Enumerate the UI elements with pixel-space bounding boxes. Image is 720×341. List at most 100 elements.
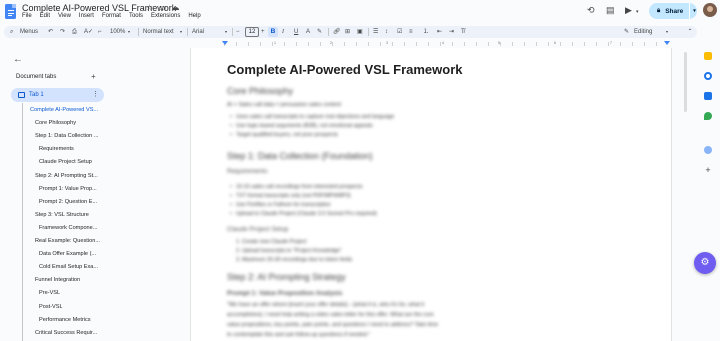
- document-page[interactable]: Complete AI-Powered VSL Framework Core P…: [190, 48, 672, 341]
- left-indent-marker[interactable]: [222, 41, 228, 45]
- menu-extensions[interactable]: Extensions: [151, 13, 180, 19]
- scrollbar[interactable]: [684, 52, 687, 112]
- document-heading-title[interactable]: Complete AI-Powered VSL Framework: [227, 62, 463, 77]
- outline-item[interactable]: Step 1: Data Collection ...: [35, 132, 98, 140]
- menu-tools[interactable]: Tools: [129, 13, 143, 19]
- bullet-item[interactable]: Use logic-based arguments (B2B), not emo…: [230, 123, 373, 129]
- outline-item[interactable]: Funnel Integration: [35, 276, 80, 284]
- numbered-item[interactable]: 1. Create new Claude Project: [236, 239, 306, 245]
- move-folder-icon[interactable]: ▭: [158, 3, 167, 13]
- subheading-prompt-1[interactable]: Prompt 1: Value Proposition Analysis: [227, 290, 342, 297]
- insert-image-icon[interactable]: ▣: [357, 28, 363, 36]
- gemini-icon[interactable]: [704, 146, 712, 154]
- chevron-down-icon[interactable]: ▾: [693, 8, 696, 14]
- outline-item[interactable]: Performance Metrics: [39, 316, 91, 324]
- insert-link-icon[interactable]: 🔗︎: [333, 28, 341, 36]
- line-spacing-icon[interactable]: ↕: [385, 28, 388, 36]
- more-vert-icon[interactable]: ⋮: [92, 90, 99, 98]
- underline-button[interactable]: U: [294, 28, 298, 36]
- history-icon[interactable]: ⟲: [587, 4, 595, 16]
- bold-button[interactable]: B: [268, 27, 278, 37]
- tasks-icon[interactable]: [704, 72, 712, 80]
- cloud-saved-icon[interactable]: ☁: [171, 3, 180, 13]
- increase-indent-icon[interactable]: ⇥: [449, 28, 454, 36]
- avatar[interactable]: [703, 3, 717, 17]
- menu-insert[interactable]: Insert: [79, 13, 94, 19]
- style-chevron-icon[interactable]: ▾: [180, 28, 182, 36]
- outline-item[interactable]: Pre-VSL: [39, 289, 60, 297]
- outline-item[interactable]: Critical Success Requir...: [35, 329, 97, 337]
- back-arrow-icon[interactable]: ←: [13, 54, 23, 65]
- tab-1[interactable]: Tab 1 ⋮: [11, 88, 104, 102]
- print-icon[interactable]: ⎙: [72, 28, 77, 36]
- zoom-select[interactable]: 100%: [110, 28, 125, 36]
- numbered-item[interactable]: 2. Upload transcripts to "Project Knowle…: [236, 248, 342, 254]
- add-addon-icon[interactable]: +: [704, 166, 712, 175]
- redo-icon[interactable]: ↷: [60, 28, 65, 36]
- right-indent-marker[interactable]: [664, 41, 670, 45]
- collapse-toolbar-icon[interactable]: ⌃: [684, 26, 696, 38]
- add-comment-icon[interactable]: ⊞: [345, 28, 350, 36]
- editing-mode-select[interactable]: Editing: [634, 28, 652, 36]
- star-icon[interactable]: ☆: [145, 3, 154, 13]
- menu-help[interactable]: Help: [188, 13, 200, 19]
- undo-icon[interactable]: ↶: [48, 28, 53, 36]
- subheading-requirements[interactable]: Requirements: [227, 168, 267, 175]
- meet-video-icon[interactable]: ▶: [625, 4, 632, 16]
- bulleted-list-icon[interactable]: ≡: [409, 28, 413, 36]
- paragraph-style-select[interactable]: Normal text: [143, 28, 174, 36]
- menu-view[interactable]: View: [58, 13, 71, 19]
- paint-format-icon[interactable]: ⌐: [98, 28, 102, 36]
- outline-item[interactable]: Step 3: VSL Structure: [35, 211, 89, 219]
- paragraph[interactable]: "We have an offer where [insert your off…: [227, 302, 424, 310]
- font-size-input[interactable]: 12: [245, 27, 259, 37]
- outline-item[interactable]: Prompt 2: Question E...: [39, 198, 97, 206]
- outline-item[interactable]: Post-VSL: [39, 303, 63, 311]
- outline-item[interactable]: Step 2: AI Prompting St...: [35, 172, 98, 180]
- heading-step-2[interactable]: Step 2: AI Prompting Strategy: [227, 272, 346, 282]
- bullet-item[interactable]: Upload to Claude Project (Claude 3.5 Son…: [230, 211, 377, 217]
- bullet-item[interactable]: Target qualified buyers, not poor prospe…: [230, 132, 338, 138]
- comments-icon[interactable]: ▤: [606, 4, 615, 16]
- outline-item[interactable]: Real Example: Question...: [35, 237, 100, 245]
- outline-item[interactable]: Core Philosophy: [35, 119, 76, 127]
- align-icon[interactable]: ☰: [373, 28, 378, 36]
- clear-formatting-icon[interactable]: T̸: [461, 28, 465, 36]
- assistant-gear-icon[interactable]: ⚙: [694, 252, 716, 274]
- paragraph[interactable]: accomplishes]. I need help writing a vid…: [227, 312, 434, 320]
- keep-icon[interactable]: [704, 52, 712, 60]
- increase-font-size-button[interactable]: +: [261, 28, 265, 36]
- outline-item[interactable]: Framework Compone...: [39, 224, 97, 232]
- ruler[interactable]: 1 2 3 4 5 6 7: [218, 40, 672, 47]
- bullet-item[interactable]: 10-15 sales call recordings from interes…: [230, 184, 362, 190]
- highlight-icon[interactable]: ✎: [317, 28, 322, 36]
- add-tab-icon[interactable]: +: [91, 72, 96, 81]
- heading-step-1[interactable]: Step 1: Data Collection (Foundation): [227, 151, 373, 161]
- menu-edit[interactable]: Edit: [40, 13, 50, 19]
- italic-button[interactable]: I: [282, 28, 284, 36]
- paragraph[interactable]: value propositions, key points, pain poi…: [227, 322, 438, 330]
- numbered-list-icon[interactable]: ⒈: [423, 28, 429, 36]
- menu-format[interactable]: Format: [102, 13, 121, 19]
- search-icon[interactable]: ⌕: [10, 28, 13, 36]
- outline-item[interactable]: Claude Project Setup: [39, 158, 92, 166]
- share-button[interactable]: 🔒︎ Share ▾: [649, 3, 697, 19]
- meet-chevron-icon[interactable]: ▾: [636, 6, 639, 18]
- checklist-icon[interactable]: ☑: [397, 28, 402, 36]
- zoom-chevron-icon[interactable]: ▾: [128, 28, 130, 36]
- bullet-item[interactable]: TXT format transcripts only (not PDF/MP4…: [230, 193, 351, 199]
- outline-item[interactable]: Requirements: [39, 145, 74, 153]
- text-color-button[interactable]: A: [306, 28, 310, 36]
- bullet-item[interactable]: Use Fireflies or Fathom for transcriptio…: [230, 202, 331, 208]
- menu-file[interactable]: File: [22, 13, 32, 19]
- outline-item[interactable]: Prompt 1: Value Prop...: [39, 185, 97, 193]
- paragraph[interactable]: AI + Sales call data = persuasive sales …: [227, 102, 341, 110]
- docs-logo-icon[interactable]: [5, 4, 16, 19]
- heading-core-philosophy[interactable]: Core Philosophy: [227, 86, 293, 96]
- maps-icon[interactable]: [704, 112, 712, 120]
- decrease-font-size-button[interactable]: −: [236, 28, 240, 36]
- outline-item[interactable]: Cold Email Setup Exa...: [39, 263, 98, 271]
- decrease-indent-icon[interactable]: ⇤: [437, 28, 442, 36]
- outline-item[interactable]: Complete AI-Powered VS...: [30, 106, 98, 114]
- outline-item[interactable]: Data Offer Example (...: [39, 250, 96, 258]
